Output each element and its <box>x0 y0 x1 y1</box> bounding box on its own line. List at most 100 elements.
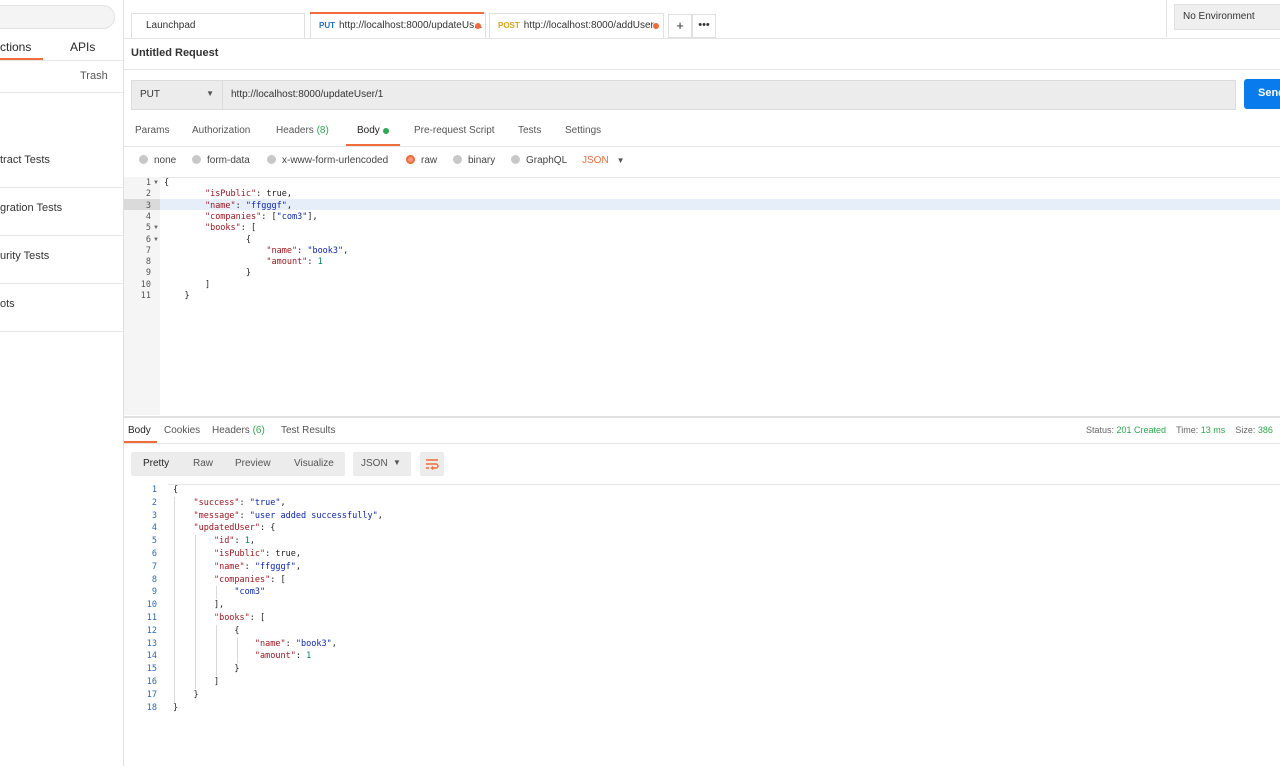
fold-arrow-icon[interactable]: ▼ <box>153 235 159 246</box>
tab-label: http://localhost:8000/updateUs... <box>339 20 483 31</box>
unsaved-dot-icon <box>475 23 481 29</box>
tab-tests[interactable]: Tests <box>518 125 541 136</box>
code-line: "companies": [ <box>213 574 286 585</box>
url-value: http://localhost:8000/updateUser/1 <box>231 89 384 100</box>
method-select[interactable]: PUT ▼ <box>131 80 223 110</box>
send-label: Send <box>1258 87 1280 99</box>
method-value: PUT <box>140 89 160 100</box>
tab-collections[interactable]: ctions <box>0 40 43 54</box>
caret-down-icon: ▼ <box>393 458 401 467</box>
sidebar-item-label: tract Tests <box>0 154 50 166</box>
response-tab-cookies[interactable]: Cookies <box>164 425 200 436</box>
body-status-dot-icon <box>383 128 389 134</box>
new-tab-button[interactable]: + <box>668 14 692 38</box>
line-number: 4 <box>151 523 157 534</box>
tab-launchpad[interactable]: Launchpad <box>131 13 305 38</box>
tab-body[interactable]: Body <box>357 125 380 136</box>
radio-raw[interactable]: raw <box>406 155 437 166</box>
radio-none[interactable]: none <box>139 155 176 166</box>
code-line: { <box>173 625 240 636</box>
response-meta: Status: 201 Created Time: 13 ms Size: 38… <box>1086 425 1273 435</box>
line-number: 5 <box>151 536 157 547</box>
response-view-segmented: Pretty Raw Preview Visualize <box>131 452 345 476</box>
line-number: 15 <box>146 664 157 675</box>
more-tabs-button[interactable]: ••• <box>692 14 716 38</box>
line-number: 5 <box>145 223 151 234</box>
code-line: "amount": 1 <box>266 257 323 268</box>
tab-params[interactable]: Params <box>135 125 169 136</box>
tab-put-update-user[interactable]: PUT http://localhost:8000/updateUs... <box>310 13 486 38</box>
line-number: 8 <box>151 574 157 585</box>
send-button[interactable]: Send <box>1244 79 1280 109</box>
tab-label: Headers <box>276 125 314 136</box>
code-line: "name": "book3", <box>266 245 349 256</box>
url-input[interactable]: http://localhost:8000/updateUser/1 <box>222 80 1236 110</box>
sidebar-item-label: gration Tests <box>0 202 63 214</box>
radio-form-data[interactable]: form-data <box>192 155 250 166</box>
size-value[interactable]: 386 <box>1258 425 1273 435</box>
code-line: ] <box>173 677 220 687</box>
line-number: 1 <box>151 485 157 495</box>
wrap-lines-button[interactable] <box>420 452 444 476</box>
sidebar-item-integration-tests[interactable]: gration Tests <box>0 188 123 236</box>
tab-pre-request-script[interactable]: Pre-request Script <box>414 125 495 136</box>
sidebar-item-label: ots <box>0 298 15 310</box>
fold-arrow-icon[interactable]: ▼ <box>153 178 159 189</box>
response-format-select[interactable]: JSON ▼ <box>353 452 411 476</box>
code-line: "name": "ffgggf", <box>213 561 301 572</box>
sidebar-item-contract-tests[interactable]: tract Tests <box>0 140 123 188</box>
code-line: "companies": ["com3"], <box>204 211 318 222</box>
code-line: "name": "ffgggf", <box>204 200 292 211</box>
radio-graphql[interactable]: GraphQL <box>511 155 567 166</box>
code-line: { <box>164 178 170 188</box>
sidebar-item-snippets[interactable]: ots <box>0 284 123 332</box>
code-line: "isPublic": true, <box>204 189 292 200</box>
body-language-select[interactable]: JSON ▼ <box>582 155 625 166</box>
trash-link[interactable]: Trash <box>80 70 108 82</box>
sidebar-search-input[interactable] <box>0 5 115 29</box>
code-line: "id": 1, <box>213 536 255 547</box>
radio-icon <box>139 155 148 164</box>
fold-arrow-icon[interactable]: ▼ <box>153 223 159 234</box>
pane-splitter[interactable] <box>124 416 1280 418</box>
unsaved-dot-icon <box>653 23 659 29</box>
sidebar-item-security-tests[interactable]: urity Tests <box>0 236 123 284</box>
status-value[interactable]: 201 Created <box>1117 425 1167 435</box>
view-pretty[interactable]: Pretty <box>143 458 169 469</box>
headers-count: (6) <box>252 425 265 436</box>
code-line: { <box>164 234 251 245</box>
response-tab-test-results[interactable]: Test Results <box>281 425 335 436</box>
status-label: Status: <box>1086 425 1115 435</box>
code-line: "com3" <box>234 587 266 598</box>
radio-label: binary <box>468 155 496 166</box>
tab-label: http://localhost:8000/addUser <box>523 20 654 31</box>
method-badge: PUT <box>319 21 335 30</box>
divider <box>1166 0 1167 37</box>
radio-urlencoded[interactable]: x-www-form-urlencoded <box>267 155 388 166</box>
radio-label: x-www-form-urlencoded <box>282 155 389 166</box>
radio-binary[interactable]: binary <box>453 155 495 166</box>
code-line: } <box>173 664 240 675</box>
view-preview[interactable]: Preview <box>235 458 271 469</box>
radio-label: none <box>154 155 177 166</box>
time-value[interactable]: 13 ms <box>1201 425 1226 435</box>
view-raw[interactable]: Raw <box>193 458 213 469</box>
code-line: "message": "user added successfully", <box>193 510 383 521</box>
radio-label: GraphQL <box>526 155 568 166</box>
response-tab-body[interactable]: Body <box>128 425 151 436</box>
environment-select[interactable]: No Environment <box>1174 4 1280 30</box>
tab-authorization[interactable]: Authorization <box>192 125 250 136</box>
line-number: 14 <box>146 651 157 662</box>
tab-post-add-user[interactable]: POST http://localhost:8000/addUser <box>489 13 664 38</box>
tab-headers[interactable]: Headers (8) <box>276 125 329 136</box>
tab-apis[interactable]: APIs <box>70 40 95 54</box>
tab-label: Headers <box>212 425 250 436</box>
request-title[interactable]: Untitled Request <box>131 47 218 59</box>
line-number: 3 <box>151 510 157 521</box>
language-value: JSON <box>582 155 609 166</box>
code-line: ] <box>164 279 211 290</box>
response-tab-headers[interactable]: Headers (6) <box>212 425 265 436</box>
tab-settings[interactable]: Settings <box>565 125 601 136</box>
radio-icon <box>267 155 276 164</box>
view-visualize[interactable]: Visualize <box>294 458 334 469</box>
